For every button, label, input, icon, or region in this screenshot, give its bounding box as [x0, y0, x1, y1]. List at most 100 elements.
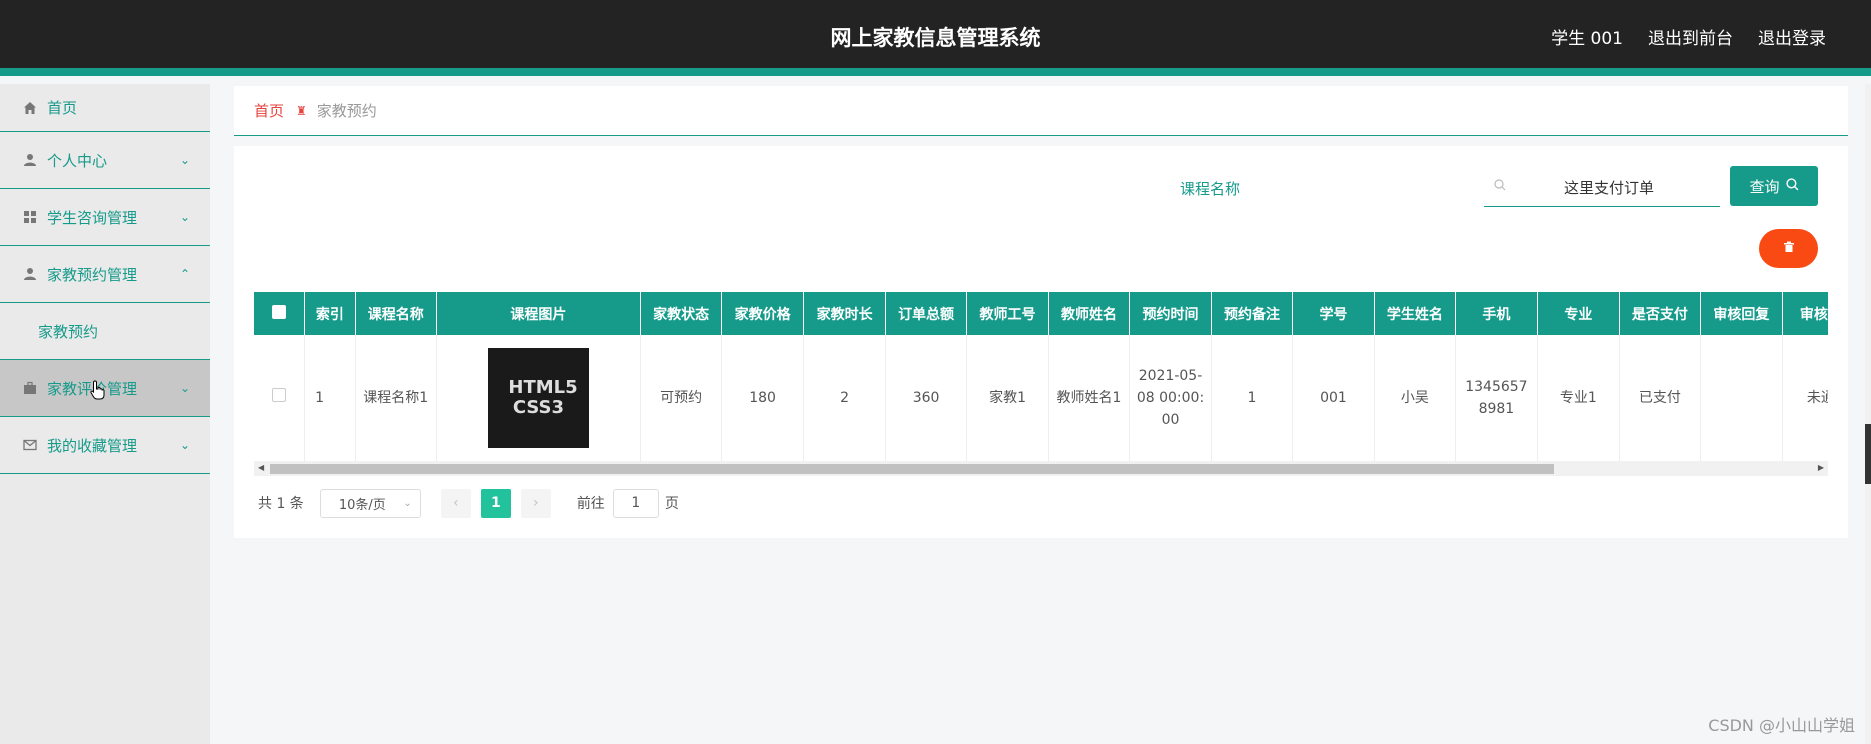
- chevron-down-icon: ⌄: [179, 381, 190, 395]
- query-button-label: 查询: [1749, 177, 1780, 196]
- page-scrollbar[interactable]: [1865, 84, 1871, 744]
- chevron-down-icon: ⌄: [403, 497, 412, 509]
- trash-icon: [1783, 241, 1795, 257]
- column-header: 审核回复: [1700, 292, 1783, 335]
- current-user: 学生 001: [1551, 29, 1623, 49]
- total-count: 共 1 条: [258, 496, 304, 512]
- column-header: 课程图片: [436, 292, 642, 335]
- scrollbar-thumb[interactable]: [270, 464, 1554, 474]
- sidebar-item-label: 首页: [47, 99, 78, 117]
- header-links: 学生 001 退出到前台 退出登录: [1551, 24, 1826, 49]
- cell-duration: 2: [803, 335, 887, 462]
- column-header: 订单总额: [885, 292, 968, 335]
- column-header: 家教价格: [721, 292, 805, 335]
- cell-audit: 未通过: [1782, 335, 1828, 462]
- table-row: 1 课程名称1 HTML5 CSS3 可预约 180 2 360 家教1 教师姓…: [254, 335, 1828, 462]
- page-unit-label: 页: [664, 496, 679, 512]
- grid-icon: [22, 209, 38, 225]
- column-header: 课程名称: [355, 292, 437, 335]
- chevron-down-icon: ⌄: [179, 438, 190, 452]
- select-all-checkbox[interactable]: [254, 292, 306, 335]
- column-header: 学号: [1292, 292, 1375, 335]
- column-header: 预约时间: [1129, 292, 1212, 335]
- column-header: 教师姓名: [1048, 292, 1130, 335]
- hand-cursor-icon: [90, 380, 105, 400]
- course-image-caption: HTML5 CSS3: [508, 376, 578, 418]
- column-header: 审核状态: [1782, 292, 1828, 335]
- sidebar-subitem-booking[interactable]: 家教预约: [0, 303, 210, 360]
- cell-price: 180: [721, 335, 805, 462]
- column-header: 学生姓名: [1374, 292, 1456, 335]
- cell-time: 2021-05-08 00:00:00: [1129, 335, 1212, 462]
- search-label: 课程名称: [1180, 180, 1241, 198]
- back-to-frontend-link[interactable]: 退出到前台: [1648, 24, 1733, 49]
- user-icon: [22, 266, 38, 282]
- sidebar-item-consult[interactable]: 学生咨询管理 ⌄: [0, 189, 210, 246]
- column-header: 是否支付: [1619, 292, 1701, 335]
- chevron-down-icon: ⌄: [179, 210, 190, 224]
- search-field: [1484, 168, 1720, 207]
- booking-table: 索引 课程名称 课程图片 家教状态 家教价格 家教时长 订单总额 教师工号 教师…: [254, 292, 1828, 476]
- sidebar: 首页 个人中心 ⌄ 学生咨询管理 ⌄ 家教预约管理 ⌃ 家教预约 家教评价管理 …: [0, 84, 210, 744]
- top-header: 网上家教信息管理系统 学生 001 退出到前台 退出登录: [0, 0, 1871, 76]
- chevron-down-icon: ⌄: [179, 153, 190, 167]
- cell-student-id: 001: [1292, 335, 1375, 462]
- page-scrollbar-thumb[interactable]: [1865, 424, 1871, 484]
- cell-paid: 已支付: [1619, 335, 1701, 462]
- breadcrumb: 首页 ♜ 家教预约: [234, 86, 1848, 136]
- delete-button[interactable]: [1759, 229, 1818, 268]
- sidebar-item-label: 家教预约: [38, 322, 99, 341]
- sidebar-item-favorites[interactable]: 我的收藏管理 ⌄: [0, 417, 210, 474]
- course-name-input[interactable]: [1514, 178, 1704, 196]
- logout-link[interactable]: 退出登录: [1758, 24, 1826, 49]
- breadcrumb-current: 家教预约: [316, 102, 377, 120]
- sidebar-item-label: 我的收藏管理: [47, 436, 138, 455]
- column-header: 专业: [1537, 292, 1620, 335]
- prev-page-button[interactable]: ‹: [440, 488, 471, 518]
- sidebar-item-personal-center[interactable]: 个人中心 ⌄: [0, 132, 210, 189]
- search-icon: [1785, 177, 1799, 195]
- query-button[interactable]: 查询: [1730, 166, 1818, 206]
- horizontal-scrollbar[interactable]: ◀ ▶: [254, 461, 1828, 476]
- cell-course-name: 课程名称1: [355, 335, 437, 462]
- scroll-right-icon[interactable]: ▶: [1818, 463, 1824, 472]
- column-header: 索引: [304, 292, 356, 335]
- page-number-current[interactable]: 1: [480, 488, 511, 518]
- cell-index: 1: [304, 335, 356, 462]
- goto-page-input[interactable]: 1: [612, 488, 659, 518]
- course-image: HTML5 CSS3: [487, 347, 589, 448]
- user-icon: [22, 152, 38, 168]
- sidebar-item-label: 家教预约管理: [47, 265, 138, 284]
- cell-total: 360: [885, 335, 968, 462]
- home-icon: [22, 100, 38, 116]
- next-page-button[interactable]: ›: [520, 488, 551, 518]
- chevron-up-icon: ⌃: [179, 267, 190, 281]
- sidebar-item-home[interactable]: 首页: [0, 84, 210, 132]
- page-size-select[interactable]: 10条/页 ⌄: [319, 488, 421, 518]
- column-header: 手机: [1455, 292, 1538, 335]
- cell-student-name: 小吴: [1374, 335, 1456, 462]
- sidebar-item-booking-mgmt[interactable]: 家教预约管理 ⌃: [0, 246, 210, 303]
- watermark: CSDN @小山山学姐: [1708, 716, 1855, 735]
- cell-teacher-id: 家教1: [966, 335, 1050, 462]
- pagination: 共 1 条 10条/页 ⌄ ‹ 1 › 前往 1 页: [258, 488, 679, 518]
- cell-note: 1: [1211, 335, 1293, 462]
- row-checkbox[interactable]: [254, 335, 306, 462]
- sidebar-item-label: 学生咨询管理: [47, 208, 138, 227]
- search-icon: [1494, 179, 1514, 195]
- goto-label: 前往: [576, 496, 605, 512]
- breadcrumb-home[interactable]: 首页: [254, 100, 284, 121]
- cell-major: 专业1: [1537, 335, 1620, 462]
- breadcrumb-separator-icon: ♜: [296, 103, 307, 118]
- column-header: 家教状态: [640, 292, 723, 335]
- cell-reply: [1700, 335, 1783, 462]
- column-header: 预约备注: [1211, 292, 1293, 335]
- cell-course-image: HTML5 CSS3: [436, 335, 642, 462]
- scroll-left-icon[interactable]: ◀: [258, 463, 264, 472]
- column-header: 家教时长: [803, 292, 887, 335]
- sidebar-item-label: 个人中心: [47, 151, 108, 170]
- column-header: 教师工号: [966, 292, 1050, 335]
- cell-teacher-name: 教师姓名1: [1048, 335, 1130, 462]
- table-header-row: 索引 课程名称 课程图片 家教状态 家教价格 家教时长 订单总额 教师工号 教师…: [254, 292, 1828, 335]
- cell-phone: 13456578981: [1455, 335, 1538, 462]
